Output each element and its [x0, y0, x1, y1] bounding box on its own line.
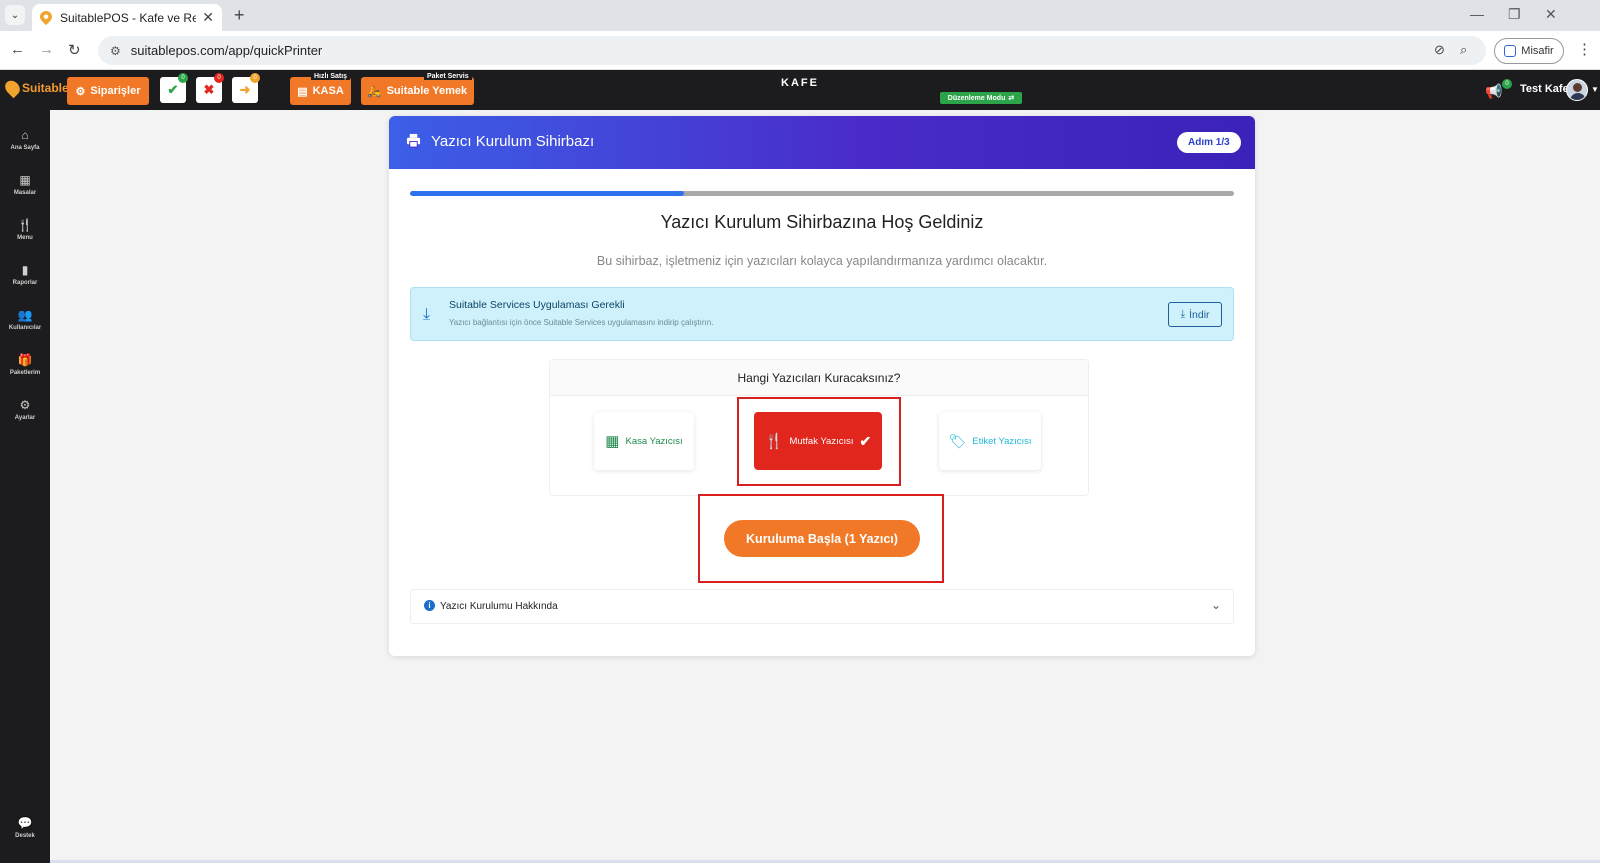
guest-profile-button[interactable]: Misafir	[1494, 38, 1564, 64]
profile-icon	[1504, 45, 1517, 57]
reload-icon[interactable]: ↻	[68, 41, 81, 59]
tag-icon: 🏷	[948, 432, 967, 449]
address-bar-row: ← → ↻ ⚙ suitablepos.com/app/quickPrinter…	[0, 31, 1600, 70]
welcome-subtitle: Bu sihirbaz, işletmeniz için yazıcıları …	[596, 254, 1048, 268]
tab-close-icon[interactable]: ✕	[202, 9, 214, 26]
printer-icon	[406, 133, 421, 148]
minimize-icon[interactable]: —	[1470, 6, 1484, 22]
highlight-box-start	[698, 494, 944, 583]
cash-printer-option[interactable]: ▦ Kasa Yazıcısı	[594, 412, 694, 470]
eye-off-icon[interactable]: ⊘	[1434, 42, 1445, 58]
forward-icon[interactable]: →	[39, 41, 54, 58]
sidebar-item-reports[interactable]: ▮ Raporlar	[0, 263, 50, 286]
sidebar-item-packages[interactable]: 🎁 Paketlerim	[0, 353, 50, 376]
utensils-icon: 🍴	[17, 218, 33, 232]
cash-register-icon: ▦	[605, 433, 620, 450]
highlight-box-kitchen	[737, 397, 901, 486]
printer-wizard-card: Yazıcı Kurulum Sihirbazı Adım 1/3 Yazıcı…	[389, 116, 1255, 656]
sidebar: ⌂ Ana Sayfa ▦ Masalar 🍴 Menu ▮ Raporlar …	[0, 110, 50, 863]
chevron-down-icon[interactable]: ▼	[1591, 85, 1599, 94]
download-icon: ⤓	[423, 306, 431, 323]
alert-title: Suitable Services Uygulaması Gerekli	[449, 299, 625, 311]
wizard-title: Yazıcı Kurulum Sihirbazı	[431, 133, 595, 150]
avatar[interactable]	[1566, 79, 1588, 101]
cogs-icon: ⚙	[19, 398, 31, 412]
about-accordion[interactable]: i Yazıcı Kurulumu Hakkında ⌄	[410, 589, 1234, 624]
table-icon: ▦	[19, 173, 31, 187]
venue-name: KAFE	[781, 77, 819, 89]
site-info-icon[interactable]: ⚙	[110, 44, 121, 58]
step-badge: Adım 1/3	[1177, 132, 1241, 153]
browser-tabbar: ⌄ SuitablePOS - Kafe ve Restoran ✕ + — ❐…	[0, 0, 1600, 31]
printer-selection-question: Hangi Yazıcıları Kuracaksınız?	[550, 360, 1088, 396]
suitable-favicon-icon	[40, 10, 52, 25]
progress-track	[410, 191, 1234, 196]
sidebar-item-support[interactable]: 💬 Destek	[0, 816, 50, 839]
sidebar-item-tables[interactable]: ▦ Masalar	[0, 173, 50, 196]
url-bar[interactable]: ⚙ suitablepos.com/app/quickPrinter ⊘ ⌕	[98, 36, 1486, 65]
swap-icon: ⇄	[1008, 95, 1015, 102]
welcome-heading: Yazıcı Kurulum Sihirbazına Hoş Geldiniz	[660, 212, 984, 232]
wizard-header: Yazıcı Kurulum Sihirbazı Adım 1/3	[389, 116, 1255, 169]
sidebar-item-home[interactable]: ⌂ Ana Sayfa	[0, 128, 50, 151]
about-label: Yazıcı Kurulumu Hakkında	[440, 601, 558, 612]
guest-label: Misafir	[1521, 45, 1554, 57]
window-close-icon[interactable]: ✕	[1545, 6, 1557, 23]
label-printer-option[interactable]: 🏷 Etiket Yazıcısı	[939, 412, 1041, 470]
services-required-alert: ⤓ Suitable Services Uygulaması Gerekli Y…	[410, 287, 1234, 341]
sidebar-item-menu[interactable]: 🍴 Menu	[0, 218, 50, 241]
users-icon: 👥	[17, 308, 33, 322]
download-button[interactable]: ⤓ İndir	[1168, 302, 1222, 327]
chat-icon: 💬	[17, 816, 33, 830]
report-icon: ▮	[21, 263, 29, 277]
info-icon: i	[424, 600, 435, 611]
browser-menu-icon[interactable]: ⋮	[1577, 40, 1592, 58]
edit-mode-toggle[interactable]: Düzenleme Modu ⇄	[940, 92, 1022, 104]
chevron-down-icon: ⌄	[1211, 598, 1222, 612]
tab-title: SuitablePOS - Kafe ve Restoran	[60, 10, 197, 25]
megaphone-icon[interactable]: 📢	[1485, 83, 1502, 100]
download-small-icon: ⤓	[1180, 308, 1186, 320]
new-tab-button[interactable]: +	[234, 5, 245, 26]
gift-icon: 🎁	[17, 353, 33, 367]
home-icon: ⌂	[21, 128, 29, 142]
back-icon[interactable]: ←	[10, 41, 25, 58]
tab-search-button[interactable]: ⌄	[5, 5, 25, 25]
url-text: suitablepos.com/app/quickPrinter	[130, 43, 323, 58]
user-name[interactable]: Test Kafe	[1520, 83, 1569, 95]
browser-tab[interactable]: SuitablePOS - Kafe ve Restoran ✕	[32, 4, 222, 31]
notification-count-badge: 0	[1502, 79, 1512, 89]
sidebar-item-users[interactable]: 👥 Kullanıcılar	[0, 308, 50, 331]
progress-fill	[410, 191, 685, 196]
restore-icon[interactable]: ❐	[1508, 6, 1521, 23]
zoom-icon[interactable]: ⌕	[1460, 42, 1467, 58]
sidebar-item-settings[interactable]: ⚙ Ayarlar	[0, 398, 50, 421]
alert-text: Yazıcı bağlantısı için önce Suitable Ser…	[449, 318, 714, 327]
